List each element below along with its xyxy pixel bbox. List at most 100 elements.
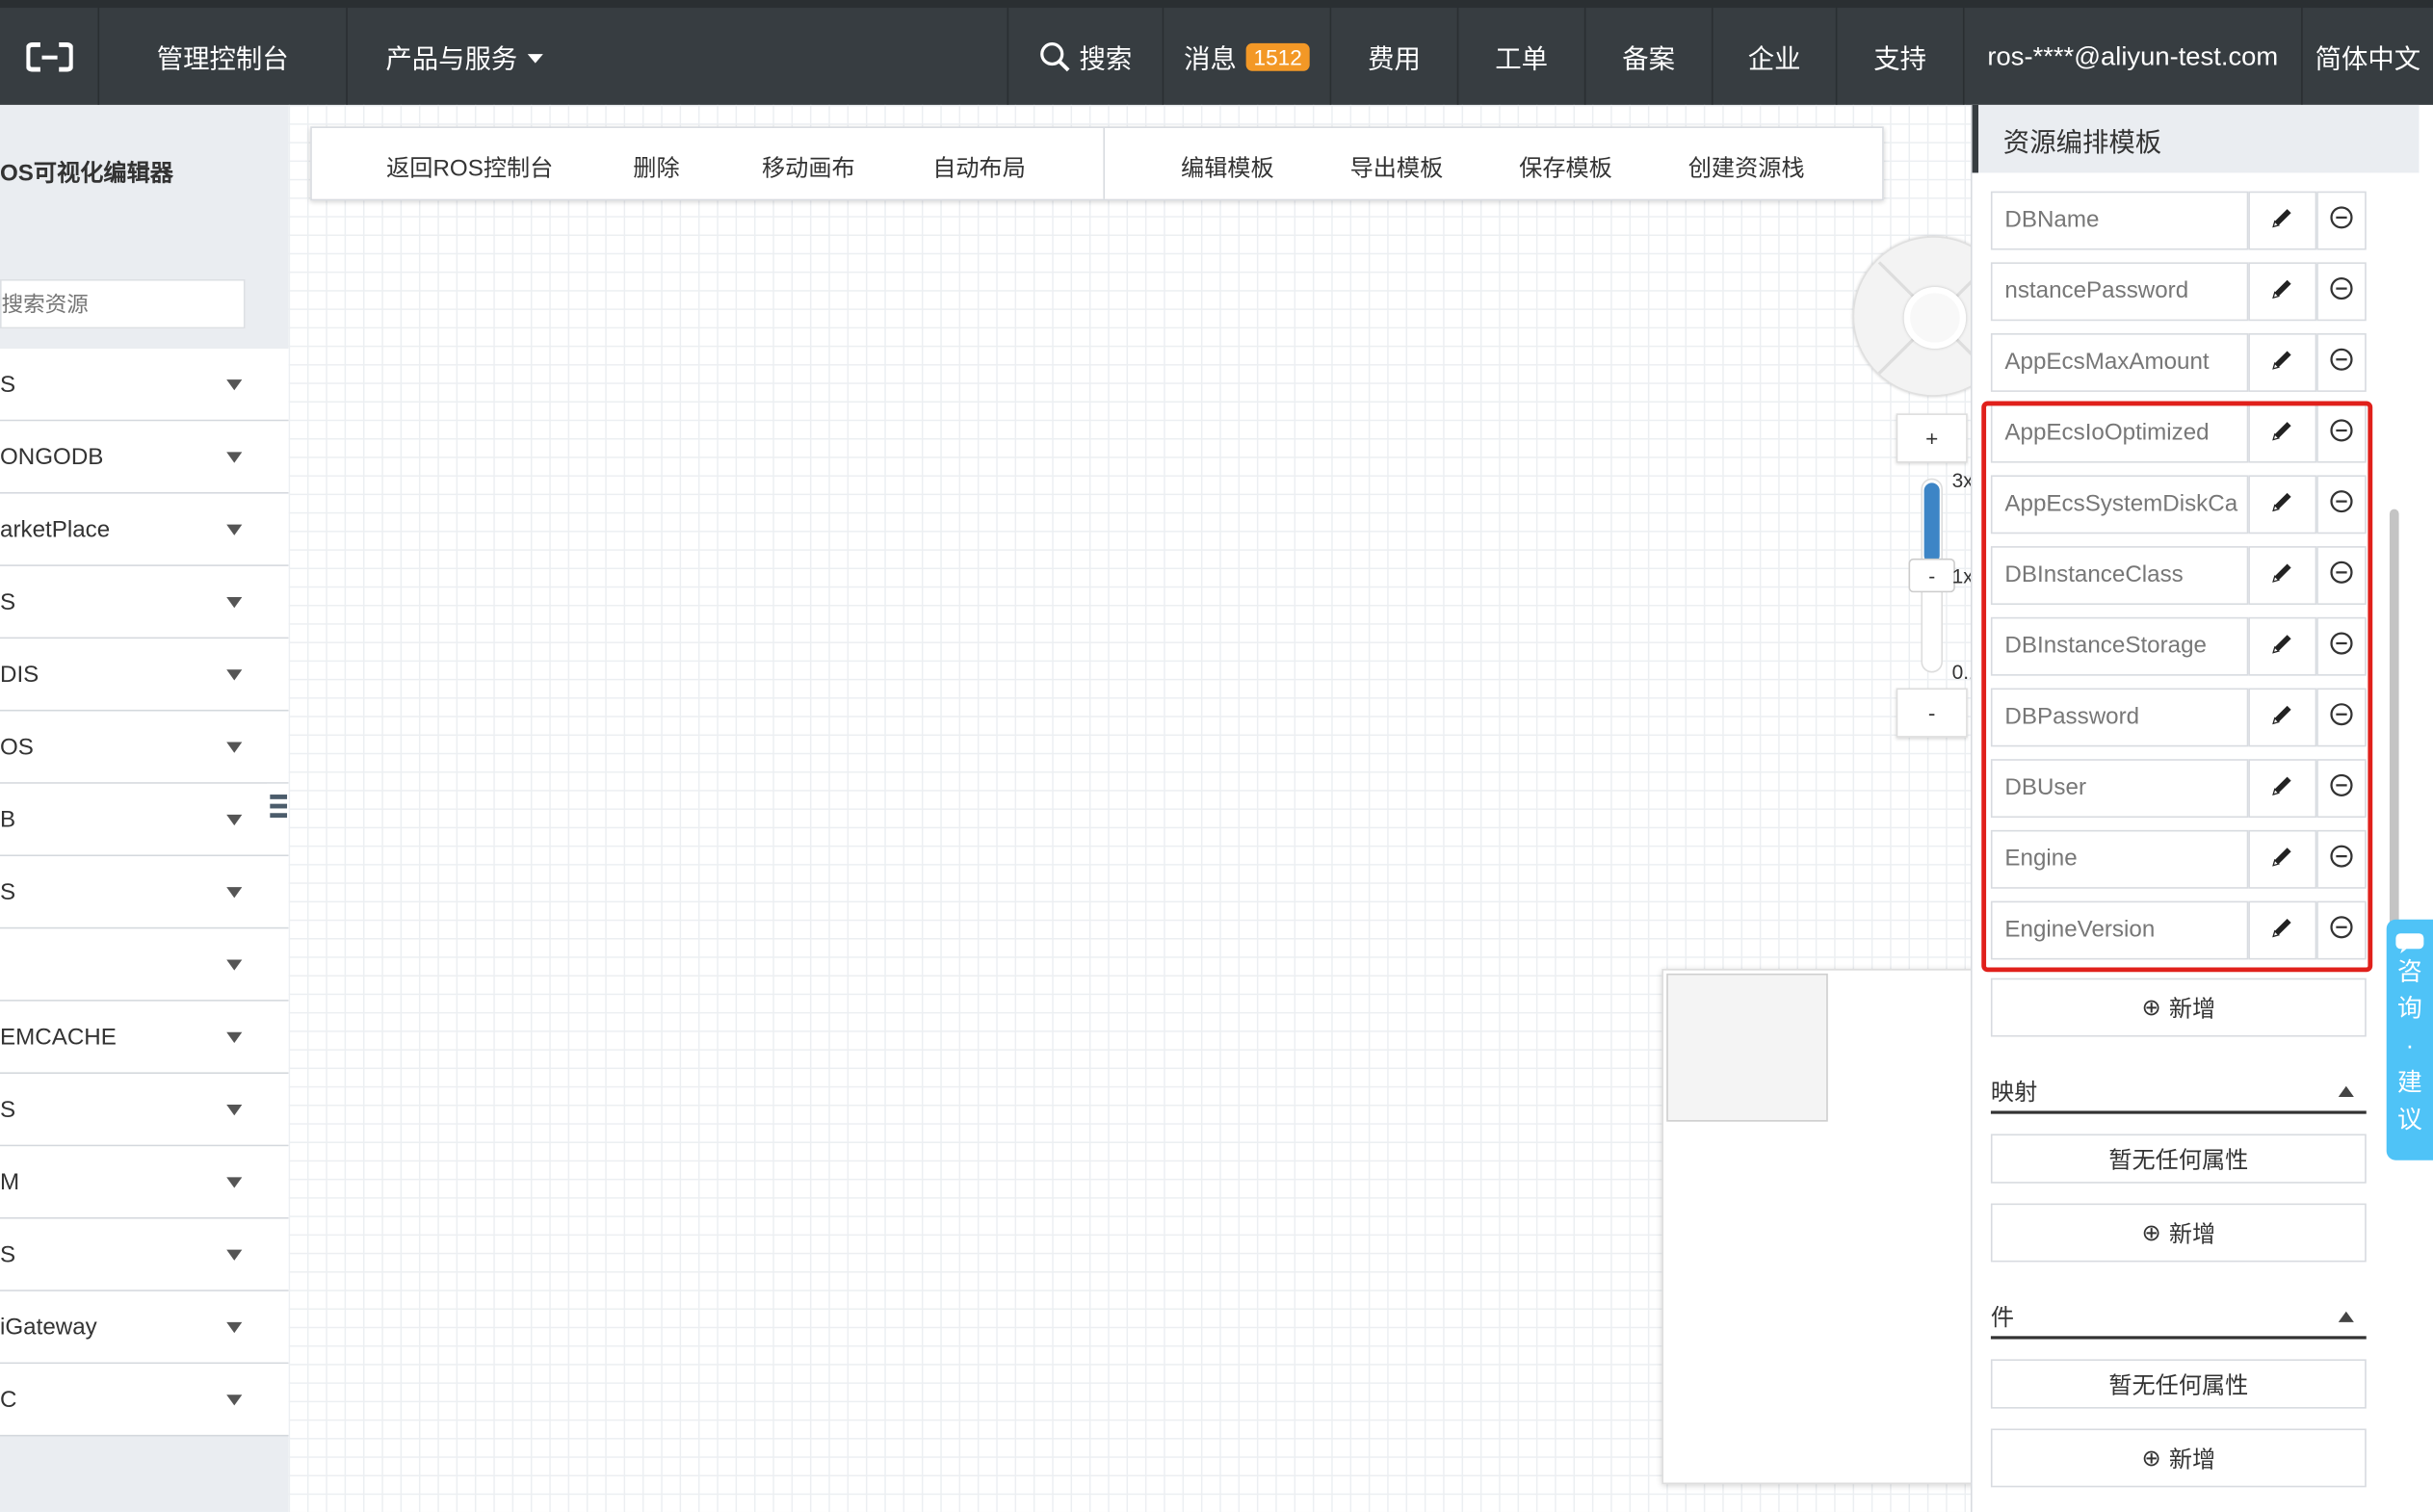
export-template-button[interactable]: 导出模板 xyxy=(1350,151,1444,184)
mapping-section-header[interactable]: 映射 xyxy=(1990,1071,2367,1114)
auto-layout-button[interactable]: 自动布局 xyxy=(932,151,1026,184)
caret-down-icon xyxy=(226,596,243,608)
consult-tab-char: · xyxy=(2405,1033,2415,1060)
resource-category-item[interactable]: EMCACHE xyxy=(0,1001,289,1074)
pan-center[interactable] xyxy=(1903,286,1967,350)
edit-parameter-button[interactable] xyxy=(2248,333,2317,392)
parameter-name-field[interactable]: AppEcsMaxAmount xyxy=(1990,333,2249,392)
resource-search-input[interactable] xyxy=(0,278,246,329)
chevron-down-icon xyxy=(526,53,543,63)
top-navigation-bar: 管理控制台 产品与服务 搜索 消息 1512 费用 工单 备案 企业 支持 ro… xyxy=(0,0,2433,105)
parameter-row: nstancePassword xyxy=(1990,262,2367,333)
minus-circle-icon xyxy=(2329,347,2354,379)
resource-category-item[interactable]: S xyxy=(0,856,289,929)
editor-canvas[interactable]: 返回ROS控制台 删除 移动画布 自动布局 编辑模板 导出模板 保存模板 创建资… xyxy=(288,104,2015,1512)
nav-console[interactable]: 管理控制台 xyxy=(99,8,348,105)
resource-category-label: M xyxy=(0,1168,20,1195)
resource-category-label: S xyxy=(0,1240,16,1268)
nav-tickets[interactable]: 工单 xyxy=(1458,8,1586,105)
caret-down-icon xyxy=(226,1030,243,1043)
minus-circle-icon xyxy=(2329,204,2354,237)
nav-fees[interactable]: 费用 xyxy=(1331,8,1459,105)
resource-category-item[interactable] xyxy=(0,928,289,1002)
resource-category-item[interactable]: C xyxy=(0,1364,289,1437)
resource-category-label: EMCACHE xyxy=(0,1023,117,1051)
resource-category-label: B xyxy=(0,806,16,833)
conditions-empty-state: 暂无任何属性 xyxy=(1990,1359,2367,1409)
resource-category-item[interactable]: iGateway xyxy=(0,1290,289,1365)
remove-parameter-button[interactable] xyxy=(2316,262,2367,322)
nav-messages-label: 消息 xyxy=(1184,44,1237,74)
zoom-in-button[interactable]: + xyxy=(1896,413,1968,463)
resource-category-label: iGateway xyxy=(0,1314,97,1341)
minimap-viewport[interactable] xyxy=(1666,973,1828,1122)
resource-category-item[interactable]: M xyxy=(0,1146,289,1219)
resource-category-label: S xyxy=(0,878,16,905)
nav-messages[interactable]: 消息 1512 xyxy=(1164,8,1332,105)
consult-tab-char: 咨 xyxy=(2396,959,2422,986)
message-count-badge: 1512 xyxy=(1245,42,1310,70)
edit-parameter-button[interactable] xyxy=(2248,262,2317,322)
nav-search[interactable]: 搜索 xyxy=(1008,8,1164,105)
add-condition-button[interactable]: ⊕ 新增 xyxy=(1990,1428,2367,1488)
add-mapping-button[interactable]: ⊕ 新增 xyxy=(1990,1203,2367,1263)
conditions-section-header[interactable]: 件 xyxy=(1990,1296,2367,1340)
caret-down-icon xyxy=(226,668,243,680)
create-stack-button[interactable]: 创建资源栈 xyxy=(1688,151,1805,184)
nav-products[interactable]: 产品与服务 xyxy=(348,8,581,105)
zoom-slider-fill xyxy=(1923,482,1940,563)
nav-enterprise[interactable]: 企业 xyxy=(1714,8,1838,105)
resource-category-label: DIS xyxy=(0,661,39,688)
edit-parameter-button[interactable] xyxy=(2248,191,2317,250)
plus-circle-icon: ⊕ xyxy=(2141,995,2161,1022)
zoom-slider-handle[interactable]: - xyxy=(1908,558,1955,593)
resource-category-item[interactable]: ONGODB xyxy=(0,421,289,494)
resource-category-item[interactable]: S xyxy=(0,1073,289,1147)
consult-tab-char: 议 xyxy=(2396,1108,2422,1134)
parameter-row: DBName xyxy=(1990,191,2367,263)
resource-category-label: ONGODB xyxy=(0,443,104,470)
mapping-empty-state: 暂无任何属性 xyxy=(1990,1134,2367,1184)
logo-icon xyxy=(25,41,72,71)
resource-category-item[interactable]: S xyxy=(0,565,289,639)
parameter-name-field[interactable]: DBName xyxy=(1990,191,2249,250)
resource-category-item[interactable]: arketPlace xyxy=(0,493,289,566)
resource-category-item[interactable]: S xyxy=(0,349,289,422)
resource-category-item[interactable]: S xyxy=(0,1218,289,1291)
nav-support[interactable]: 支持 xyxy=(1837,8,1965,105)
minimap[interactable] xyxy=(1661,969,2010,1485)
collapse-sidebar-icon[interactable] xyxy=(267,783,289,827)
resource-category-item[interactable]: B xyxy=(0,783,289,857)
save-template-button[interactable]: 保存模板 xyxy=(1519,151,1612,184)
edit-template-button[interactable]: 编辑模板 xyxy=(1181,151,1274,184)
highlight-annotation xyxy=(1981,401,2373,973)
toolbar-divider xyxy=(1103,127,1106,199)
resource-category-label: S xyxy=(0,1096,16,1123)
nav-search-label: 搜索 xyxy=(1079,44,1133,74)
parameter-name-field[interactable]: nstancePassword xyxy=(1990,262,2249,322)
add-parameter-button[interactable]: ⊕ 新增 xyxy=(1990,978,2367,1037)
caret-down-icon xyxy=(226,1248,243,1261)
resource-category-label: S xyxy=(0,371,16,398)
parameter-row: AppEcsMaxAmount xyxy=(1990,333,2367,404)
resource-category-item[interactable]: OS xyxy=(0,711,289,784)
resource-category-label: OS xyxy=(0,733,34,760)
move-canvas-button[interactable]: 移动画布 xyxy=(762,151,855,184)
nav-language[interactable]: 简体中文 xyxy=(2303,8,2433,105)
remove-parameter-button[interactable] xyxy=(2316,333,2367,392)
caret-down-icon xyxy=(226,1321,243,1333)
remove-parameter-button[interactable] xyxy=(2316,191,2367,250)
nav-record[interactable]: 备案 xyxy=(1585,8,1714,105)
resource-category-label: arketPlace xyxy=(0,515,111,543)
zoom-out-button[interactable]: - xyxy=(1896,688,1968,738)
caret-down-icon xyxy=(226,814,243,825)
back-to-ros-button[interactable]: 返回ROS控制台 xyxy=(386,151,553,184)
caret-down-icon xyxy=(226,1104,243,1115)
consult-feedback-tab[interactable]: 咨询 · 建议 xyxy=(2386,919,2433,1160)
delete-button[interactable]: 删除 xyxy=(633,151,679,184)
caret-down-icon xyxy=(226,378,243,390)
chat-icon xyxy=(2395,933,2424,954)
resource-category-item[interactable]: DIS xyxy=(0,639,289,712)
aliyun-logo[interactable] xyxy=(0,8,100,105)
nav-user-account[interactable]: ros-****@aliyun-test.com xyxy=(1965,8,2303,105)
